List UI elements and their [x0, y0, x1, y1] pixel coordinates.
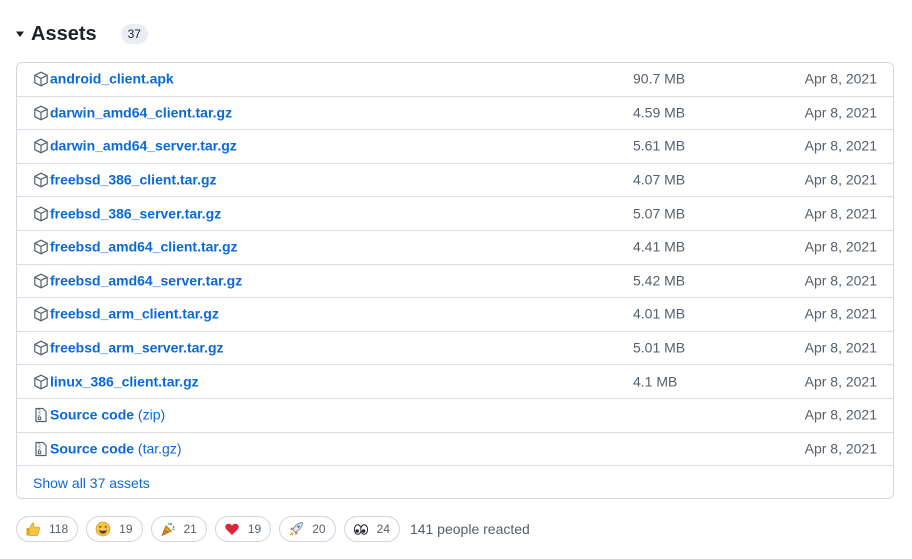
- asset-name: freebsd_amd64_server.tar.gz: [50, 272, 243, 289]
- reaction-count: 24: [376, 522, 390, 536]
- asset-link-freebsd-386-server-tar-gz[interactable]: freebsd_386_server.tar.gz: [50, 205, 221, 221]
- asset-size: 4.07 MB: [633, 171, 686, 188]
- asset-name-suffix: (zip): [134, 406, 166, 423]
- asset-link-linux-386-client-tar-gz[interactable]: linux_386_client.tar.gz: [50, 373, 199, 389]
- asset-size: 5.42 MB: [633, 272, 686, 289]
- caret-down-icon[interactable]: [15, 29, 25, 39]
- asset-link-darwin-amd64-server-tar-gz[interactable]: darwin_amd64_server.tar.gz: [50, 138, 237, 154]
- asset-row: darwin_amd64_client.tar.gz 4.59 MB Apr 8, …: [17, 97, 893, 131]
- show-all-assets-link[interactable]: Show all 37 assets: [33, 475, 150, 491]
- asset-name: freebsd_arm_server.tar.gz: [50, 339, 224, 356]
- asset-date: Apr 8, 2021: [804, 238, 877, 255]
- heart-icon: [224, 521, 240, 537]
- asset-date: Apr 8, 2021: [804, 406, 877, 423]
- asset-row: freebsd_386_server.tar.gz 5.07 MB Apr 8, 2…: [17, 197, 893, 231]
- asset-date: Apr 8, 2021: [804, 171, 877, 188]
- asset-name-suffix: (tar.gz): [134, 440, 182, 457]
- asset-link-freebsd-amd64-client-tar-gz[interactable]: freebsd_amd64_client.tar.gz: [50, 239, 238, 255]
- asset-name: darwin_amd64_server.tar.gz: [50, 138, 237, 155]
- asset-link-source-code-zip[interactable]: Source code (zip): [50, 407, 165, 423]
- asset-name: freebsd_amd64_client.tar.gz: [50, 238, 238, 255]
- asset-link-source-code-tar-gz[interactable]: Source code (tar.gz): [50, 441, 182, 457]
- file-zip-icon: [33, 407, 49, 423]
- reaction-count: 19: [247, 522, 262, 536]
- asset-date: Apr 8, 2021: [804, 138, 877, 155]
- asset-size: 90.7 MB: [633, 70, 686, 87]
- reaction-thumbs-up-button[interactable]: 118: [16, 516, 79, 542]
- reaction-count: 118: [49, 522, 69, 536]
- asset-row: android_client.apk 90.7 MB Apr 8, 2021: [17, 63, 893, 97]
- reaction-count: 21: [183, 522, 197, 536]
- asset-link-freebsd-386-client-tar-gz[interactable]: freebsd_386_client.tar.gz: [50, 172, 217, 188]
- reaction-hooray-button[interactable]: 21: [150, 516, 207, 542]
- asset-name: freebsd_386_client.tar.gz: [50, 171, 217, 188]
- asset-date: Apr 8, 2021: [804, 440, 877, 457]
- asset-row: freebsd_arm_client.tar.gz 4.01 MB Apr 8, 2…: [17, 298, 893, 332]
- reaction-rocket-button[interactable]: 20: [279, 516, 336, 542]
- package-icon: [33, 105, 49, 121]
- asset-name: android_client.apk: [50, 70, 174, 87]
- reactions-summary: 141 people reacted: [409, 521, 530, 537]
- asset-date: Apr 8, 2021: [804, 373, 877, 390]
- asset-name: Source code: [50, 440, 135, 457]
- asset-date: Apr 8, 2021: [804, 272, 877, 289]
- asset-row: darwin_amd64_server.tar.gz 5.61 MB Apr 8, …: [17, 130, 893, 164]
- asset-date: Apr 8, 2021: [804, 104, 877, 121]
- rocket-icon: [288, 521, 304, 537]
- asset-row: freebsd_amd64_client.tar.gz 4.41 MB Apr 8,…: [17, 231, 893, 265]
- file-zip-icon: [33, 441, 49, 457]
- reactions-bar: 118 19 21 19 20 24 141 people reacted: [16, 516, 530, 542]
- package-icon: [33, 306, 49, 322]
- asset-row: Source code (zip) Apr 8, 2021: [17, 399, 893, 433]
- asset-size: 4.1 MB: [633, 373, 678, 390]
- asset-size: 5.61 MB: [633, 138, 686, 155]
- asset-name: freebsd_386_server.tar.gz: [50, 205, 222, 222]
- assets-list: android_client.apk 90.7 MB Apr 8, 2021 darw…: [16, 62, 894, 499]
- asset-name: Source code: [50, 406, 135, 423]
- asset-row: freebsd_386_client.tar.gz 4.07 MB Apr 8, 2…: [17, 164, 893, 198]
- asset-date: Apr 8, 2021: [804, 306, 877, 323]
- asset-date: Apr 8, 2021: [804, 339, 877, 356]
- asset-size: 4.59 MB: [633, 104, 686, 121]
- asset-row: Source code (tar.gz) Apr 8, 2021: [17, 433, 893, 467]
- asset-size: 4.41 MB: [633, 238, 686, 255]
- package-icon: [33, 239, 49, 255]
- package-icon: [33, 206, 49, 222]
- eyes-icon: [353, 521, 369, 537]
- assets-header[interactable]: Assets 37: [15, 20, 148, 48]
- package-icon: [33, 71, 49, 87]
- asset-date: Apr 8, 2021: [804, 70, 877, 87]
- laugh-icon: [95, 521, 111, 537]
- reaction-laugh-button[interactable]: 19: [86, 516, 143, 542]
- asset-link-android-client-apk[interactable]: android_client.apk: [50, 71, 174, 87]
- asset-size: 5.07 MB: [633, 205, 686, 222]
- asset-name: freebsd_arm_client.tar.gz: [50, 306, 219, 323]
- asset-size: 4.01 MB: [633, 306, 686, 323]
- asset-link-darwin-amd64-client-tar-gz[interactable]: darwin_amd64_client.tar.gz: [50, 105, 232, 121]
- hooray-icon: [160, 521, 176, 537]
- reaction-count: 19: [119, 522, 133, 536]
- reaction-heart-button[interactable]: 19: [214, 516, 272, 542]
- asset-link-freebsd-amd64-server-tar-gz[interactable]: freebsd_amd64_server.tar.gz: [50, 273, 242, 289]
- asset-name: linux_386_client.tar.gz: [50, 373, 199, 390]
- asset-row: freebsd_arm_server.tar.gz 5.01 MB Apr 8, 2…: [17, 332, 893, 366]
- thumbs-up-icon: [25, 521, 41, 537]
- reaction-eyes-button[interactable]: 24: [343, 516, 400, 542]
- asset-date: Apr 8, 2021: [804, 205, 877, 222]
- asset-size: 5.01 MB: [633, 339, 686, 356]
- assets-title: Assets: [31, 22, 97, 45]
- reaction-count: 20: [312, 522, 326, 536]
- package-icon: [33, 340, 49, 356]
- package-icon: [33, 273, 49, 289]
- asset-link-freebsd-arm-server-tar-gz[interactable]: freebsd_arm_server.tar.gz: [50, 340, 224, 356]
- asset-link-freebsd-arm-client-tar-gz[interactable]: freebsd_arm_client.tar.gz: [50, 306, 219, 322]
- asset-row: linux_386_client.tar.gz 4.1 MB Apr 8, 2021: [17, 365, 893, 399]
- package-icon: [33, 172, 49, 188]
- assets-count-badge: 37: [120, 24, 148, 44]
- asset-row: freebsd_amd64_server.tar.gz 5.42 MB Apr 8,…: [17, 265, 893, 299]
- package-icon: [33, 138, 49, 154]
- package-icon: [33, 374, 49, 390]
- asset-name: darwin_amd64_client.tar.gz: [50, 104, 233, 121]
